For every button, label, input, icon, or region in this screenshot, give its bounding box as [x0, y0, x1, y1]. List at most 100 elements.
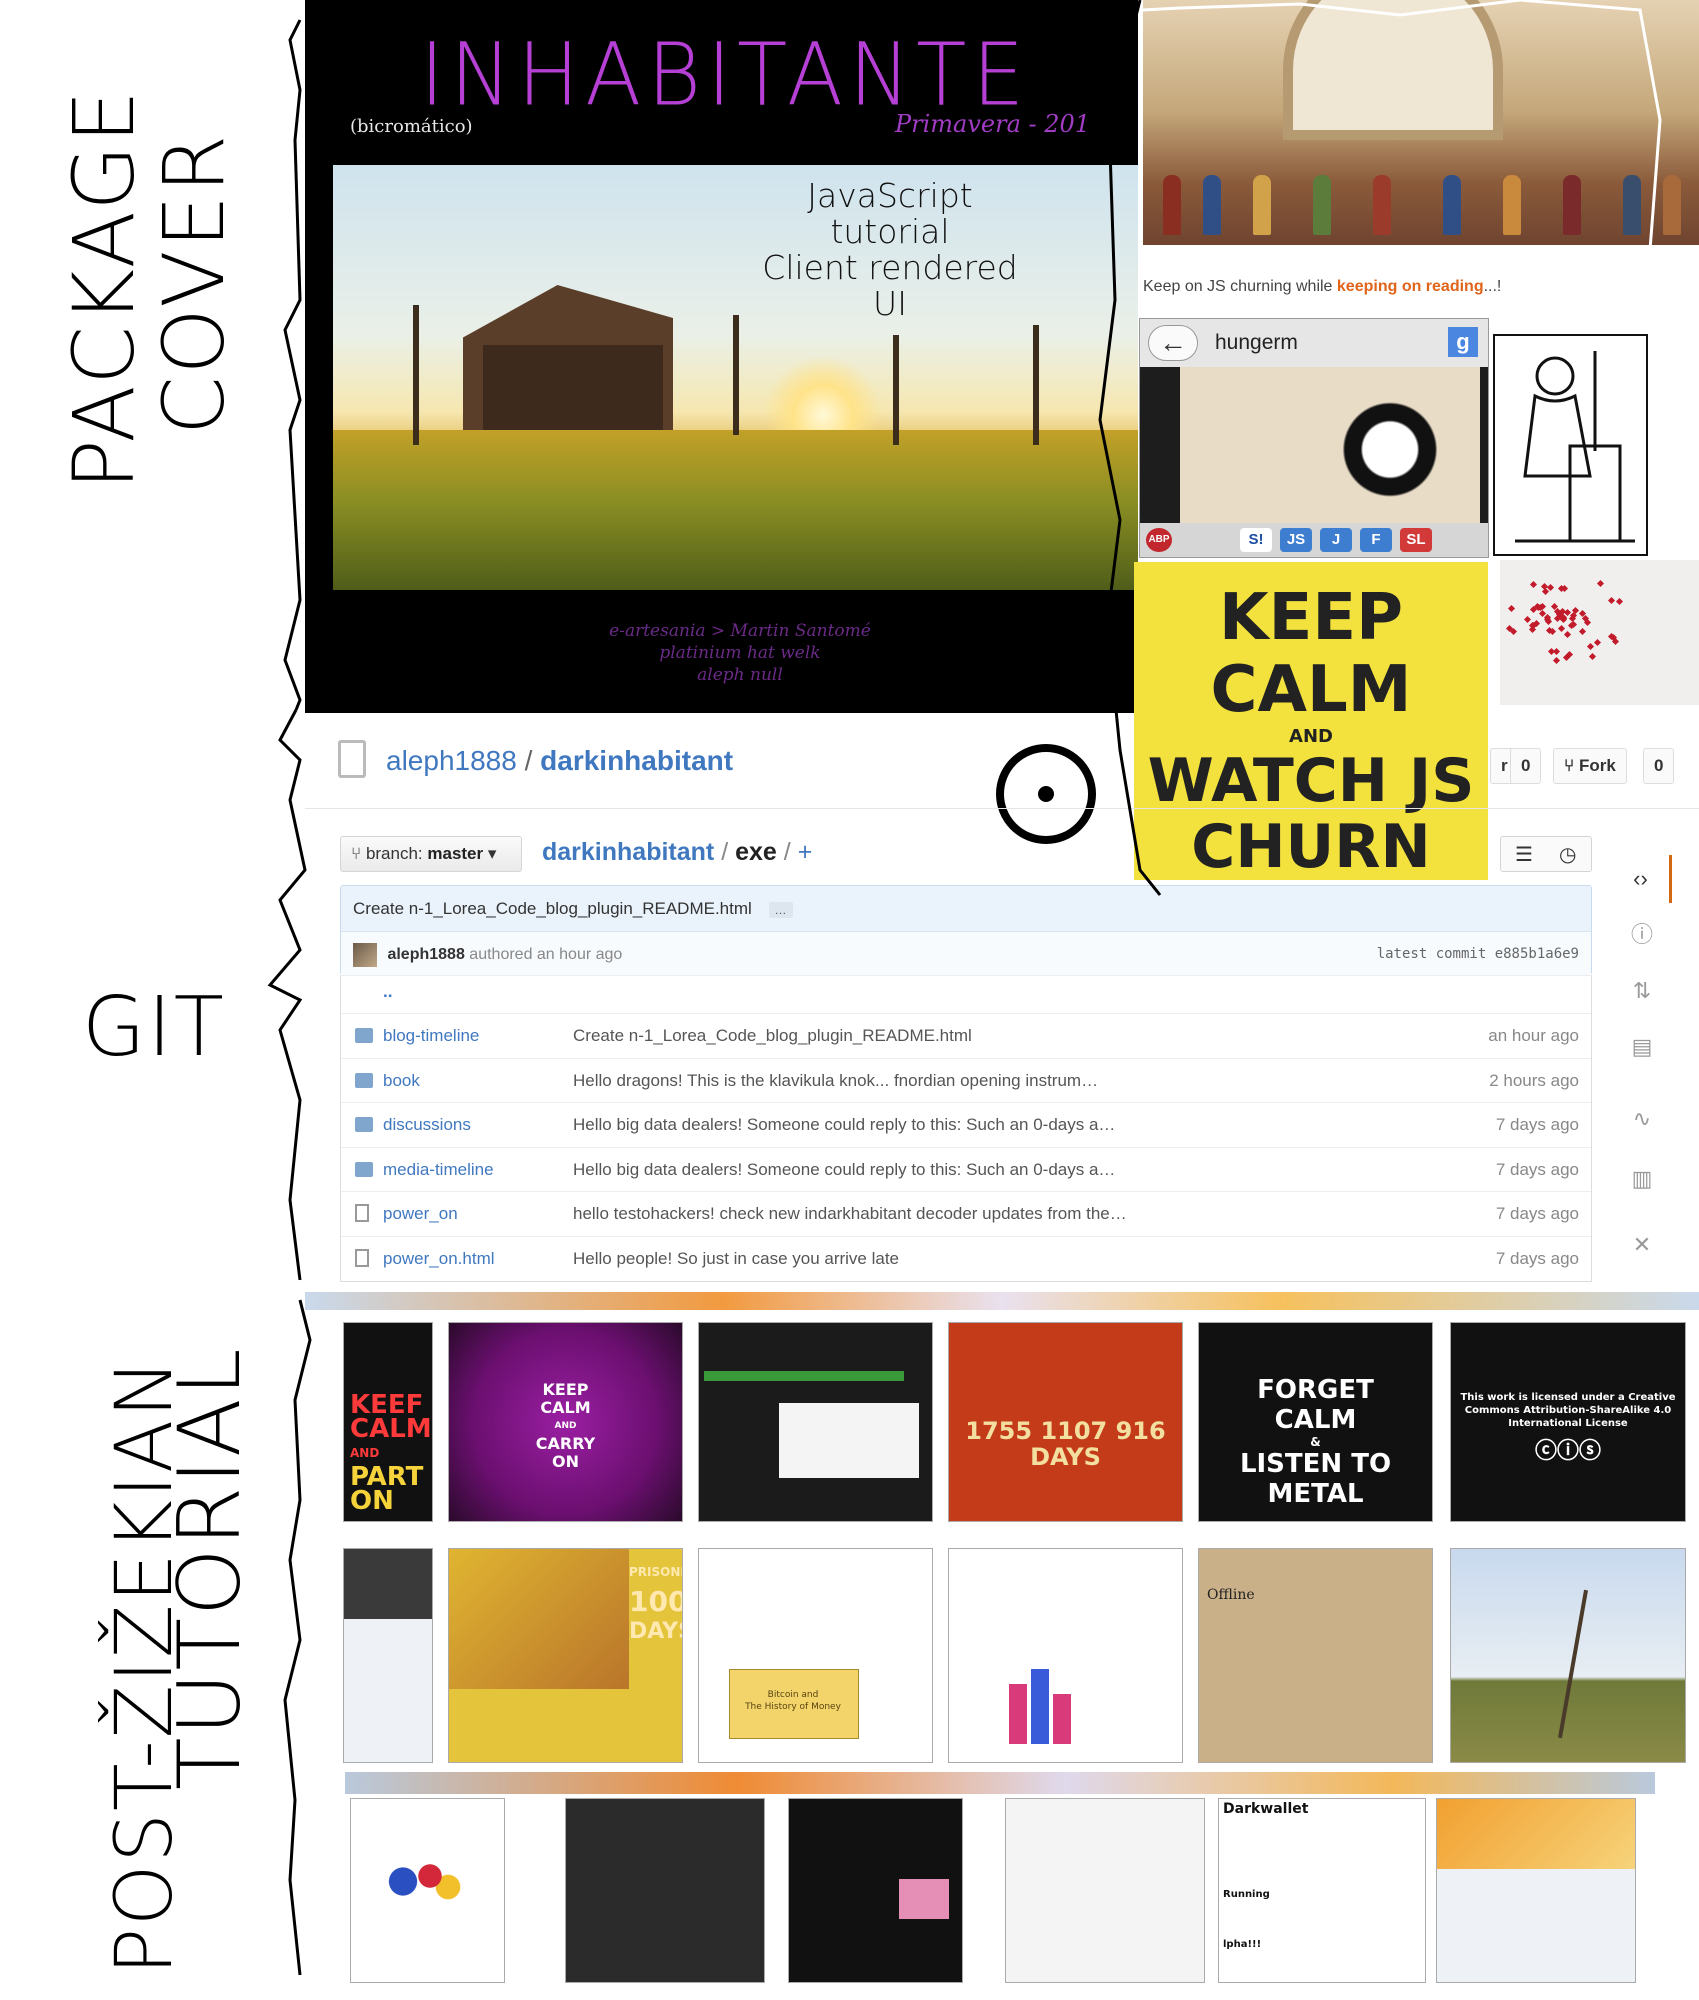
star-count[interactable]: 0 [1510, 748, 1542, 784]
file-name-link[interactable]: media-timeline [383, 1160, 494, 1180]
fork-count-value: 0 [1654, 756, 1664, 775]
heart-dot [1611, 637, 1619, 645]
branch-name: master [427, 844, 484, 863]
caption-line: AND [554, 1421, 577, 1431]
table-row: book Hello dragons! This is the klavikul… [341, 1057, 1591, 1103]
tutorial-thumb[interactable]: 1755 1107 916 DAYS [948, 1322, 1183, 1522]
latest-commit-box: Create n-1_Lorea_Code_blog_plugin_README… [340, 885, 1592, 976]
abp-icon[interactable]: ABP [1146, 528, 1172, 552]
file-name-link[interactable]: power_on.html [383, 1249, 495, 1269]
fresco-image [1143, 0, 1699, 245]
tutorial-thumb[interactable] [343, 1548, 433, 1763]
tutorial-label-line2: TUTORIAL [160, 1346, 260, 1790]
git-label: GIT [82, 980, 226, 1075]
tutorial-thumb[interactable]: Darkwallet Running lpha!!! [1218, 1798, 1426, 1983]
breadcrumb-root[interactable]: darkinhabitant [542, 838, 714, 866]
ext-s-button[interactable]: S! [1240, 528, 1272, 552]
file-commit-message[interactable]: Hello dragons! This is the klavikula kno… [573, 1071, 1098, 1091]
tutorial-thumb[interactable]: KEEF CALM AND PART ON [343, 1322, 433, 1522]
code-icon[interactable]: ‹› [1612, 855, 1672, 903]
file-name-link[interactable]: discussions [383, 1115, 471, 1135]
screenshots-row-strip [345, 1772, 1655, 1794]
parent-dir-link[interactable]: .. [383, 982, 392, 1002]
file-commit-message[interactable]: Hello big data dealers! Someone could re… [573, 1160, 1115, 1180]
file-age: 7 days ago [1495, 1115, 1579, 1135]
avatar[interactable] [353, 943, 377, 967]
header-divider [305, 808, 1699, 809]
browser-url[interactable]: hungerm [1215, 331, 1298, 355]
thumb-caption: 1755 1107 916 DAYS [949, 1418, 1182, 1470]
caption-line: & [1310, 1435, 1321, 1449]
tutorial-thumb[interactable]: PRISONERS 1000 DAYS [448, 1548, 683, 1763]
file-name-link[interactable]: power_on [383, 1204, 458, 1224]
folder-icon [355, 1117, 373, 1133]
caption-line: PRISONERS [629, 1565, 682, 1579]
file-commit-message[interactable]: Create n-1_Lorea_Code_blog_plugin_README… [573, 1026, 972, 1046]
commit-message-link[interactable]: Create n-1_Lorea_Code_blog_plugin_README… [353, 899, 752, 918]
hearts-balloon-image [1500, 560, 1699, 705]
ext-j-button[interactable]: J [1320, 528, 1352, 552]
branch-icon: ⑂ [351, 844, 366, 863]
browser-toolbar: ← hungerm g [1140, 319, 1488, 367]
tutorial-thumb[interactable]: This work is licensed under a Creative C… [1450, 1322, 1686, 1522]
list-view-icon[interactable]: ☰ [1515, 842, 1533, 867]
ext-js-button[interactable]: JS [1280, 528, 1312, 552]
breadcrumb: darkinhabitant / exe / + [542, 838, 812, 867]
file-age: an hour ago [1488, 1026, 1579, 1045]
commit-author[interactable]: aleph1888 [387, 946, 464, 963]
heart-dot [1564, 631, 1572, 639]
settings-icon[interactable]: ✕ [1612, 1221, 1672, 1269]
keep-calm-line: AND [1289, 726, 1333, 747]
tutorial-thumb[interactable] [1436, 1798, 1636, 1983]
issues-icon[interactable]: ⓘ [1612, 911, 1672, 959]
keep-reading-caption: Keep on JS churning while keeping on rea… [1143, 278, 1501, 296]
back-arrow-icon[interactable]: ← [1148, 325, 1198, 361]
tutorial-thumb[interactable] [350, 1798, 505, 1983]
cover-js-line: Client rendered [762, 248, 1018, 287]
fork-count[interactable]: 0 [1643, 748, 1675, 784]
tutorial-thumb[interactable] [1450, 1548, 1686, 1763]
tutorial-thumb[interactable] [1005, 1798, 1205, 1983]
tutorial-thumb[interactable]: Offline [1198, 1548, 1433, 1763]
pulse-icon[interactable]: ∿ [1612, 1095, 1672, 1143]
commit-sha-link[interactable]: e885b1a6e9 [1495, 946, 1579, 962]
tutorial-thumb[interactable]: Bitcoin and The History of Money [698, 1548, 933, 1763]
graphs-icon[interactable]: ▥ [1612, 1155, 1672, 1203]
heart-dot [1586, 642, 1594, 650]
tutorial-thumb[interactable] [698, 1322, 933, 1522]
file-name-link[interactable]: book [383, 1071, 420, 1091]
file-name-link[interactable]: blog-timeline [383, 1026, 479, 1046]
commit-expand-button[interactable]: … [768, 901, 793, 918]
google-search-icon[interactable]: g [1448, 327, 1478, 357]
file-age: 7 days ago [1495, 1204, 1579, 1224]
thumb-title: Darkwallet [1223, 1801, 1309, 1817]
tutorial-thumb[interactable]: KEEP CALM AND CARRY ON [448, 1322, 683, 1522]
add-file-button[interactable]: + [798, 838, 813, 866]
fork-button[interactable]: ⑂ Fork [1553, 748, 1627, 784]
history-icon[interactable]: ◷ [1559, 842, 1576, 867]
parent-dir-row[interactable]: .. [341, 975, 1591, 1013]
chevron-down-icon: ▾ [487, 844, 497, 863]
file-age: 7 days ago [1495, 1248, 1579, 1268]
tutorial-thumb[interactable] [948, 1548, 1183, 1763]
ext-sl-button[interactable]: SL [1400, 528, 1432, 552]
commit-time: authored an hour ago [469, 946, 623, 964]
file-commit-message[interactable]: hello testohackers! check new indarkhabi… [573, 1204, 1127, 1224]
wiki-icon[interactable]: ▤ [1612, 1023, 1672, 1071]
branch-selector[interactable]: ⑂ branch: master ▾ [340, 836, 522, 872]
repo-name-link[interactable]: darkinhabitant [540, 745, 733, 776]
keep-calm-poster: KEEP CALM AND WATCH JS CHURN [1134, 562, 1488, 880]
tutorial-thumb[interactable] [565, 1798, 765, 1983]
tutorial-thumb[interactable]: FORGET CALM & LISTEN TO METAL [1198, 1322, 1433, 1522]
caption-line: CARRY [535, 1434, 596, 1453]
keep-reading-link[interactable]: keeping on reading [1337, 278, 1484, 295]
file-commit-message[interactable]: Hello people! So just in case you arrive… [573, 1249, 899, 1269]
tutorial-thumb[interactable] [788, 1798, 963, 1983]
file-commit-message[interactable]: Hello big data dealers! Someone could re… [573, 1115, 1115, 1135]
keep-reading-suffix: ...! [1483, 278, 1502, 295]
cover-subtitle: (bicromático) [350, 116, 473, 137]
ext-f-button[interactable]: F [1360, 528, 1392, 552]
repo-owner-link[interactable]: aleph1888 [386, 745, 517, 776]
cc-by-sa-icon: ⓒⓘⓢ [1534, 1439, 1601, 1464]
pull-requests-icon[interactable]: ⇅ [1612, 967, 1672, 1015]
